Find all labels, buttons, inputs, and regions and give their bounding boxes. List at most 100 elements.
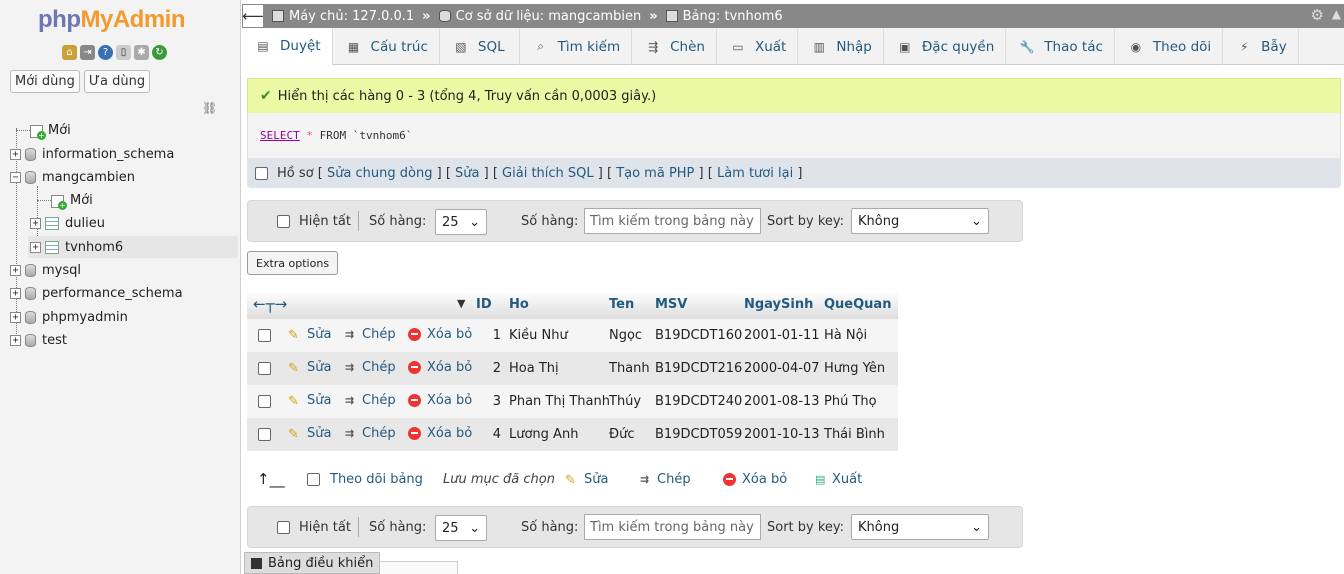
- collapse-icon[interactable]: −: [10, 171, 21, 183]
- bulk-export-button[interactable]: ▤ Xuất: [815, 472, 862, 487]
- edit-inline-link[interactable]: Sửa chung dòng: [327, 166, 433, 181]
- tab-privileges[interactable]: ▣ Đặc quyền: [884, 28, 1007, 65]
- row-checkbox[interactable]: [258, 362, 271, 375]
- expand-icon[interactable]: +: [10, 287, 21, 299]
- show-all-toggle[interactable]: Hiện tất: [277, 201, 351, 241]
- favorite-tables-button[interactable]: Ưa dùng: [83, 70, 151, 93]
- row-copy-button[interactable]: ⇉ Chép: [345, 393, 396, 408]
- table-row[interactable]: ✎ Sửa ⇉ Chép Xóa bỏ 1 Kiều Như Ngọc B19DCDT160 20…: [247, 319, 898, 352]
- row-copy-button[interactable]: ⇉ Chép: [345, 327, 396, 342]
- row-edit-button[interactable]: ✎ Sửa: [288, 327, 331, 343]
- bulk-edit-button[interactable]: ✎ Sửa: [565, 472, 608, 488]
- docs-icon[interactable]: ▯: [116, 45, 131, 60]
- tree-new-database[interactable]: Mới: [30, 119, 71, 141]
- row-edit-button[interactable]: ✎ Sửa: [288, 360, 331, 376]
- filter-rows-input[interactable]: Tìm kiếm trong bảng này: [584, 514, 761, 540]
- row-edit-button[interactable]: ✎ Sửa: [288, 426, 331, 442]
- tree-db-test[interactable]: + test: [10, 329, 67, 351]
- refresh-link[interactable]: Làm tươi lại: [717, 166, 793, 181]
- extra-options-button[interactable]: Extra options: [247, 251, 339, 275]
- tab-import[interactable]: ▥ Nhập: [798, 28, 884, 65]
- console-toggle[interactable]: Bảng điều khiển: [244, 552, 381, 574]
- column-header-quequan[interactable]: QueQuan: [824, 297, 891, 312]
- row-delete-button[interactable]: Xóa bỏ: [408, 360, 472, 375]
- show-all-checkbox[interactable]: [277, 520, 290, 534]
- tree-table-tvnhom6[interactable]: + tvnhom6: [28, 236, 238, 258]
- tree-db-performance_schema[interactable]: + performance_schema: [10, 282, 183, 304]
- expand-icon[interactable]: +: [30, 241, 41, 253]
- expand-icon[interactable]: +: [10, 148, 21, 160]
- row-checkbox[interactable]: [258, 428, 271, 441]
- tab-tracking[interactable]: ◉ Theo dõi: [1115, 28, 1224, 65]
- tree-table-dulieu[interactable]: + dulieu: [30, 212, 105, 234]
- tab-browse[interactable]: ▤ Duyệt: [242, 28, 333, 66]
- expand-icon[interactable]: +: [10, 264, 21, 276]
- tree-db-phpmyadmin[interactable]: + phpmyadmin: [10, 306, 128, 328]
- edit-link[interactable]: Sửa: [455, 166, 479, 181]
- row-delete-button[interactable]: Xóa bỏ: [408, 327, 472, 342]
- row-delete-button[interactable]: Xóa bỏ: [408, 393, 472, 408]
- exit-icon[interactable]: ⇥: [80, 45, 95, 60]
- help-icon[interactable]: ?: [98, 45, 113, 60]
- tab-triggers[interactable]: ⚡ Bẫy: [1223, 28, 1299, 65]
- breadcrumb-table[interactable]: Bảng: tvnhom6: [665, 9, 783, 24]
- expand-icon[interactable]: +: [10, 334, 21, 346]
- back-arrow-icon[interactable]: ⟵: [242, 4, 264, 28]
- sort-caret-icon[interactable]: ▼: [457, 297, 465, 310]
- home-icon[interactable]: ⌂: [62, 45, 77, 60]
- row-checkbox[interactable]: [258, 329, 271, 342]
- rows-select[interactable]: 25 ⌄: [435, 515, 487, 541]
- check-all-checkbox[interactable]: [307, 473, 320, 486]
- create-php-link[interactable]: Tạo mã PHP: [616, 166, 694, 181]
- collapse-up-icon[interactable]: ▲: [1332, 7, 1341, 21]
- show-all-checkbox[interactable]: [277, 214, 290, 228]
- bulk-delete-button[interactable]: Xóa bỏ: [723, 472, 787, 487]
- pencil-icon: ✎: [288, 426, 299, 442]
- track-table-toggle[interactable]: Theo dõi bảng: [307, 472, 423, 487]
- sort-by-key-select[interactable]: Không ⌄: [851, 208, 989, 234]
- expand-icon[interactable]: +: [30, 217, 41, 229]
- row-checkbox[interactable]: [258, 395, 271, 408]
- column-header-ngaysinh[interactable]: NgaySinh: [744, 297, 813, 312]
- show-all-toggle[interactable]: Hiện tất: [277, 507, 351, 547]
- link-icon[interactable]: ⛓: [202, 101, 217, 115]
- row-copy-button[interactable]: ⇉ Chép: [345, 360, 396, 375]
- column-resize-arrows-icon[interactable]: ←┬→: [253, 295, 287, 313]
- explain-sql-link[interactable]: Giải thích SQL: [502, 166, 594, 181]
- tab-operations[interactable]: 🔧 Thao tác: [1006, 28, 1115, 65]
- filter-rows-input[interactable]: Tìm kiếm trong bảng này: [584, 208, 761, 234]
- column-header-ho[interactable]: Ho: [509, 297, 529, 312]
- profiling-checkbox[interactable]: [255, 166, 268, 180]
- row-edit-button[interactable]: ✎ Sửa: [288, 393, 331, 409]
- row-delete-button[interactable]: Xóa bỏ: [408, 426, 472, 441]
- bulk-copy-button[interactable]: ⇉ Chép: [640, 472, 691, 487]
- column-header-id[interactable]: ID: [476, 297, 492, 312]
- tab-sql[interactable]: ▧ SQL: [440, 28, 520, 65]
- delete-icon: [408, 361, 421, 374]
- table-row[interactable]: ✎ Sửa ⇉ Chép Xóa bỏ 4 Lương Anh Đức B19DCDT059 20…: [247, 418, 898, 451]
- phpmyadmin-logo[interactable]: phpMyAdmin: [38, 6, 185, 34]
- tab-search[interactable]: ⌕ Tìm kiếm: [520, 28, 633, 65]
- tree-db-mysql[interactable]: + mysql: [10, 259, 81, 281]
- tab-structure[interactable]: ▦ Cấu trúc: [333, 28, 440, 65]
- column-header-ten[interactable]: Ten: [609, 297, 634, 312]
- expand-icon[interactable]: +: [10, 311, 21, 323]
- tree-db-information_schema[interactable]: + information_schema: [10, 143, 174, 165]
- rows-select[interactable]: 25 ⌄: [435, 209, 487, 235]
- tree-new-table[interactable]: Mới: [51, 189, 93, 211]
- table-row[interactable]: ✎ Sửa ⇉ Chép Xóa bỏ 2 Hoa Thị Thanh B19DCDT216 20…: [247, 352, 898, 385]
- tree-db-mangcambien[interactable]: − mangcambien: [10, 166, 135, 188]
- settings-icon[interactable]: ✱: [134, 45, 149, 60]
- sort-by-key-select[interactable]: Không ⌄: [851, 514, 989, 540]
- column-header-msv[interactable]: MSV: [655, 297, 687, 312]
- sql-keyword[interactable]: SELECT: [260, 129, 300, 142]
- breadcrumb-server[interactable]: Máy chủ: 127.0.0.1: [272, 9, 414, 24]
- table-row[interactable]: ✎ Sửa ⇉ Chép Xóa bỏ 3 Phan Thị Thanh Thúy B19DCD…: [247, 385, 898, 418]
- tab-insert[interactable]: ⇶ Chèn: [632, 28, 717, 65]
- recent-tables-button[interactable]: Mới dùng: [10, 70, 80, 93]
- settings-gear-icon[interactable]: ⚙: [1311, 6, 1324, 24]
- tab-export[interactable]: ▭ Xuất: [717, 28, 799, 65]
- row-copy-button[interactable]: ⇉ Chép: [345, 426, 396, 441]
- breadcrumb-database[interactable]: Cơ sở dữ liệu: mangcambien: [438, 9, 641, 24]
- reload-icon[interactable]: ↻: [152, 45, 167, 60]
